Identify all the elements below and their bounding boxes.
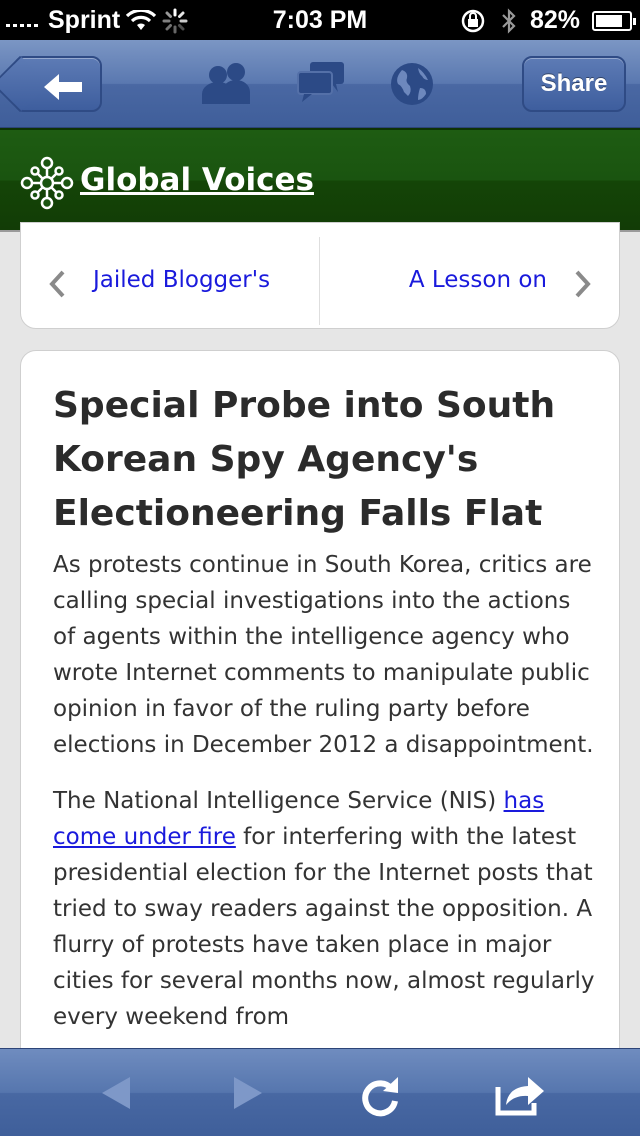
battery-fill (596, 14, 623, 27)
article-paragraph: The National Intelligence Service (NIS) … (53, 783, 598, 1035)
battery-icon (592, 10, 636, 31)
globe-icon[interactable] (388, 60, 436, 108)
site-header: Global Voices (0, 128, 640, 232)
back-icon[interactable] (98, 1073, 134, 1113)
comments-icon[interactable] (296, 60, 346, 106)
status-right-group: 82% (460, 6, 636, 35)
article-nav-divider (319, 237, 320, 325)
bottom-toolbar (0, 1048, 640, 1136)
global-voices-logo-icon (20, 156, 74, 210)
next-article-link[interactable]: A Lesson on (409, 267, 547, 293)
bluetooth-icon (502, 7, 516, 34)
article-card: Special Probe into South Korean Spy Agen… (20, 350, 620, 1090)
people-icon[interactable] (200, 60, 256, 106)
paragraph-text: The National Intelligence Service (NIS) (53, 788, 504, 814)
back-button[interactable] (14, 56, 102, 112)
article-nav-card: Jailed Blogger's A Lesson on (20, 222, 620, 329)
battery-percent: 82% (529, 6, 580, 34)
chevron-right-icon[interactable] (573, 269, 593, 299)
back-arrow-icon (44, 74, 82, 100)
site-title-link[interactable]: Global Voices (80, 162, 314, 198)
article-body: As protests continue in South Korea, cri… (53, 547, 598, 1055)
chevron-left-icon[interactable] (47, 269, 67, 299)
paragraph-text: for interfering with the latest presiden… (53, 824, 595, 1030)
orientation-lock-icon (461, 9, 485, 32)
prev-article-link[interactable]: Jailed Blogger's (93, 267, 270, 293)
forward-icon[interactable] (230, 1073, 266, 1113)
status-bar: Sprint 7:03 PM 82% (0, 0, 640, 40)
article-paragraph: As protests continue in South Korea, cri… (53, 552, 594, 758)
article-title: Special Probe into South Korean Spy Agen… (53, 385, 556, 534)
nav-bar: Share (0, 40, 640, 128)
share-icon[interactable] (494, 1073, 548, 1117)
share-button[interactable]: Share (522, 56, 626, 112)
reload-icon[interactable] (358, 1073, 402, 1119)
